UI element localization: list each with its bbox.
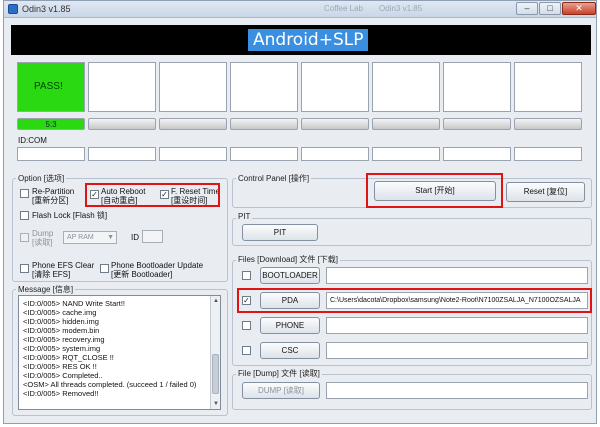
highlight-pda-row xyxy=(237,288,592,313)
model-banner: Android+SLP xyxy=(11,25,591,55)
com-port-5 xyxy=(301,147,369,161)
progress-label: 5:3 xyxy=(45,120,57,129)
progress-bar-2 xyxy=(88,118,156,130)
banner-text: Android+SLP xyxy=(248,29,369,51)
com-port-1 xyxy=(17,147,85,161)
option-group-label: Option [选项] xyxy=(16,173,67,184)
progress-bar-4 xyxy=(230,118,298,130)
highlight-start-button xyxy=(366,173,503,208)
status-slot-4 xyxy=(230,62,298,112)
dump-type-select[interactable]: AP RAM ▼ xyxy=(63,231,117,244)
com-port-6 xyxy=(372,147,440,161)
maximize-button[interactable]: □ xyxy=(539,2,561,15)
message-scrollbar[interactable]: ▲ ▼ xyxy=(210,296,220,409)
log-line: <ID:0/005> modem.bin xyxy=(23,326,100,335)
progress-bar-1: 5:3 xyxy=(17,118,85,130)
status-slot-2 xyxy=(88,62,156,112)
dump-button[interactable]: DUMP [读取] xyxy=(242,382,320,399)
dump-checkbox[interactable] xyxy=(20,233,29,242)
dump-label: Dump xyxy=(32,229,54,238)
phone-bootloader-update-label: Phone Bootloader Update xyxy=(111,261,204,270)
com-port-2 xyxy=(88,147,156,161)
bootloader-button[interactable]: BOOTLOADER xyxy=(260,267,320,284)
log-line: <ID:0/005> Removed!! xyxy=(23,389,99,398)
pit-button[interactable]: PIT xyxy=(242,224,318,241)
repartition-checkbox[interactable] xyxy=(20,189,29,198)
status-slot-7 xyxy=(443,62,511,112)
dump-file-group-label: File [Dump] 文件 [读取] xyxy=(236,368,322,379)
log-line: <ID:0/005> system.img xyxy=(23,344,101,353)
log-line: <OSM> All threads completed. (succeed 1 … xyxy=(23,380,197,389)
odin-window: Odin3 v1.85 Coffee Lab Odin3 v1.85 – □ ✕… xyxy=(3,0,597,424)
highlight-reboot-options xyxy=(85,183,220,207)
bootloader-path-field[interactable] xyxy=(326,267,588,284)
phone-checkbox[interactable] xyxy=(242,321,251,330)
scroll-up-icon[interactable]: ▲ xyxy=(212,297,220,305)
status-slot-8 xyxy=(514,62,582,112)
bootloader-checkbox[interactable] xyxy=(242,271,251,280)
com-port-3 xyxy=(159,147,227,161)
message-log[interactable]: <ID:0/005> NAND Write Start!! <ID:0/005>… xyxy=(18,295,221,410)
repartition-label-cn: [重新分区] xyxy=(32,196,69,205)
background-window-title: Coffee Lab xyxy=(324,4,363,13)
phone-efs-clear-checkbox[interactable] xyxy=(20,264,29,273)
phone-path-field[interactable] xyxy=(326,317,588,334)
flash-lock-checkbox[interactable] xyxy=(20,211,29,220)
title-bar: Odin3 v1.85 Coffee Lab Odin3 v1.85 – □ ✕ xyxy=(4,1,596,18)
progress-bar-3 xyxy=(159,118,227,130)
log-line: <ID:0/005> cache.img xyxy=(23,308,97,317)
csc-path-field[interactable] xyxy=(326,342,588,359)
dump-path-field[interactable] xyxy=(326,382,588,399)
com-port-8 xyxy=(514,147,582,161)
pit-group-label: PIT xyxy=(236,212,253,221)
progress-bar-5 xyxy=(301,118,369,130)
phone-bootloader-update-checkbox[interactable] xyxy=(100,264,109,273)
repartition-label: Re-Partition xyxy=(32,187,75,196)
dump-id-input[interactable] xyxy=(142,230,163,243)
log-line: <ID:0/005> Completed.. xyxy=(23,371,103,380)
reset-button[interactable]: Reset [复位] xyxy=(506,182,585,202)
log-line: <ID:0/005> RES OK !! xyxy=(23,362,97,371)
id-label: ID xyxy=(131,233,139,242)
pass-label: PASS! xyxy=(34,81,63,92)
log-line: <ID:0/005> NAND Write Start!! xyxy=(23,299,125,308)
dump-label-cn: [读取] xyxy=(32,238,53,247)
csc-button[interactable]: CSC xyxy=(260,342,320,359)
background-window-title-2: Odin3 v1.85 xyxy=(379,4,423,13)
flash-lock-label: Flash Lock [Flash 锁] xyxy=(32,211,108,220)
phone-button[interactable]: PHONE xyxy=(260,317,320,334)
idcom-label: ID:COM xyxy=(18,136,47,145)
status-slot-6 xyxy=(372,62,440,112)
dump-type-value: AP RAM xyxy=(67,234,94,241)
log-line: <ID:0/005> RQT_CLOSE !! xyxy=(23,353,114,362)
odin-app-icon xyxy=(8,4,18,14)
control-panel-label: Control Panel [操作] xyxy=(236,173,312,184)
scroll-down-icon[interactable]: ▼ xyxy=(212,400,220,408)
csc-checkbox[interactable] xyxy=(242,346,251,355)
message-group-label: Message [信息] xyxy=(16,284,76,295)
progress-bar-8 xyxy=(514,118,582,130)
com-port-7 xyxy=(443,147,511,161)
minimize-button[interactable]: – xyxy=(516,2,538,15)
files-group-label: Files [Download] 文件 [下载] xyxy=(236,254,341,265)
progress-bar-7 xyxy=(443,118,511,130)
scroll-thumb[interactable] xyxy=(212,354,219,394)
log-line: <ID:0/005> hidden.img xyxy=(23,317,99,326)
log-line: <ID:0/005> recovery.img xyxy=(23,335,105,344)
phone-efs-clear-label: Phone EFS Clear xyxy=(32,261,95,270)
window-title: Odin3 v1.85 xyxy=(22,4,71,14)
com-port-4 xyxy=(230,147,298,161)
status-slot-5 xyxy=(301,62,369,112)
progress-bar-6 xyxy=(372,118,440,130)
chevron-down-icon: ▼ xyxy=(107,234,114,241)
status-slot-3 xyxy=(159,62,227,112)
phone-efs-clear-label-cn: [清除 EFS] xyxy=(32,270,71,279)
status-slot-1: PASS! xyxy=(17,62,85,112)
phone-bootloader-update-label-cn: [更新 Bootloader] xyxy=(111,270,173,279)
close-button[interactable]: ✕ xyxy=(562,2,596,15)
